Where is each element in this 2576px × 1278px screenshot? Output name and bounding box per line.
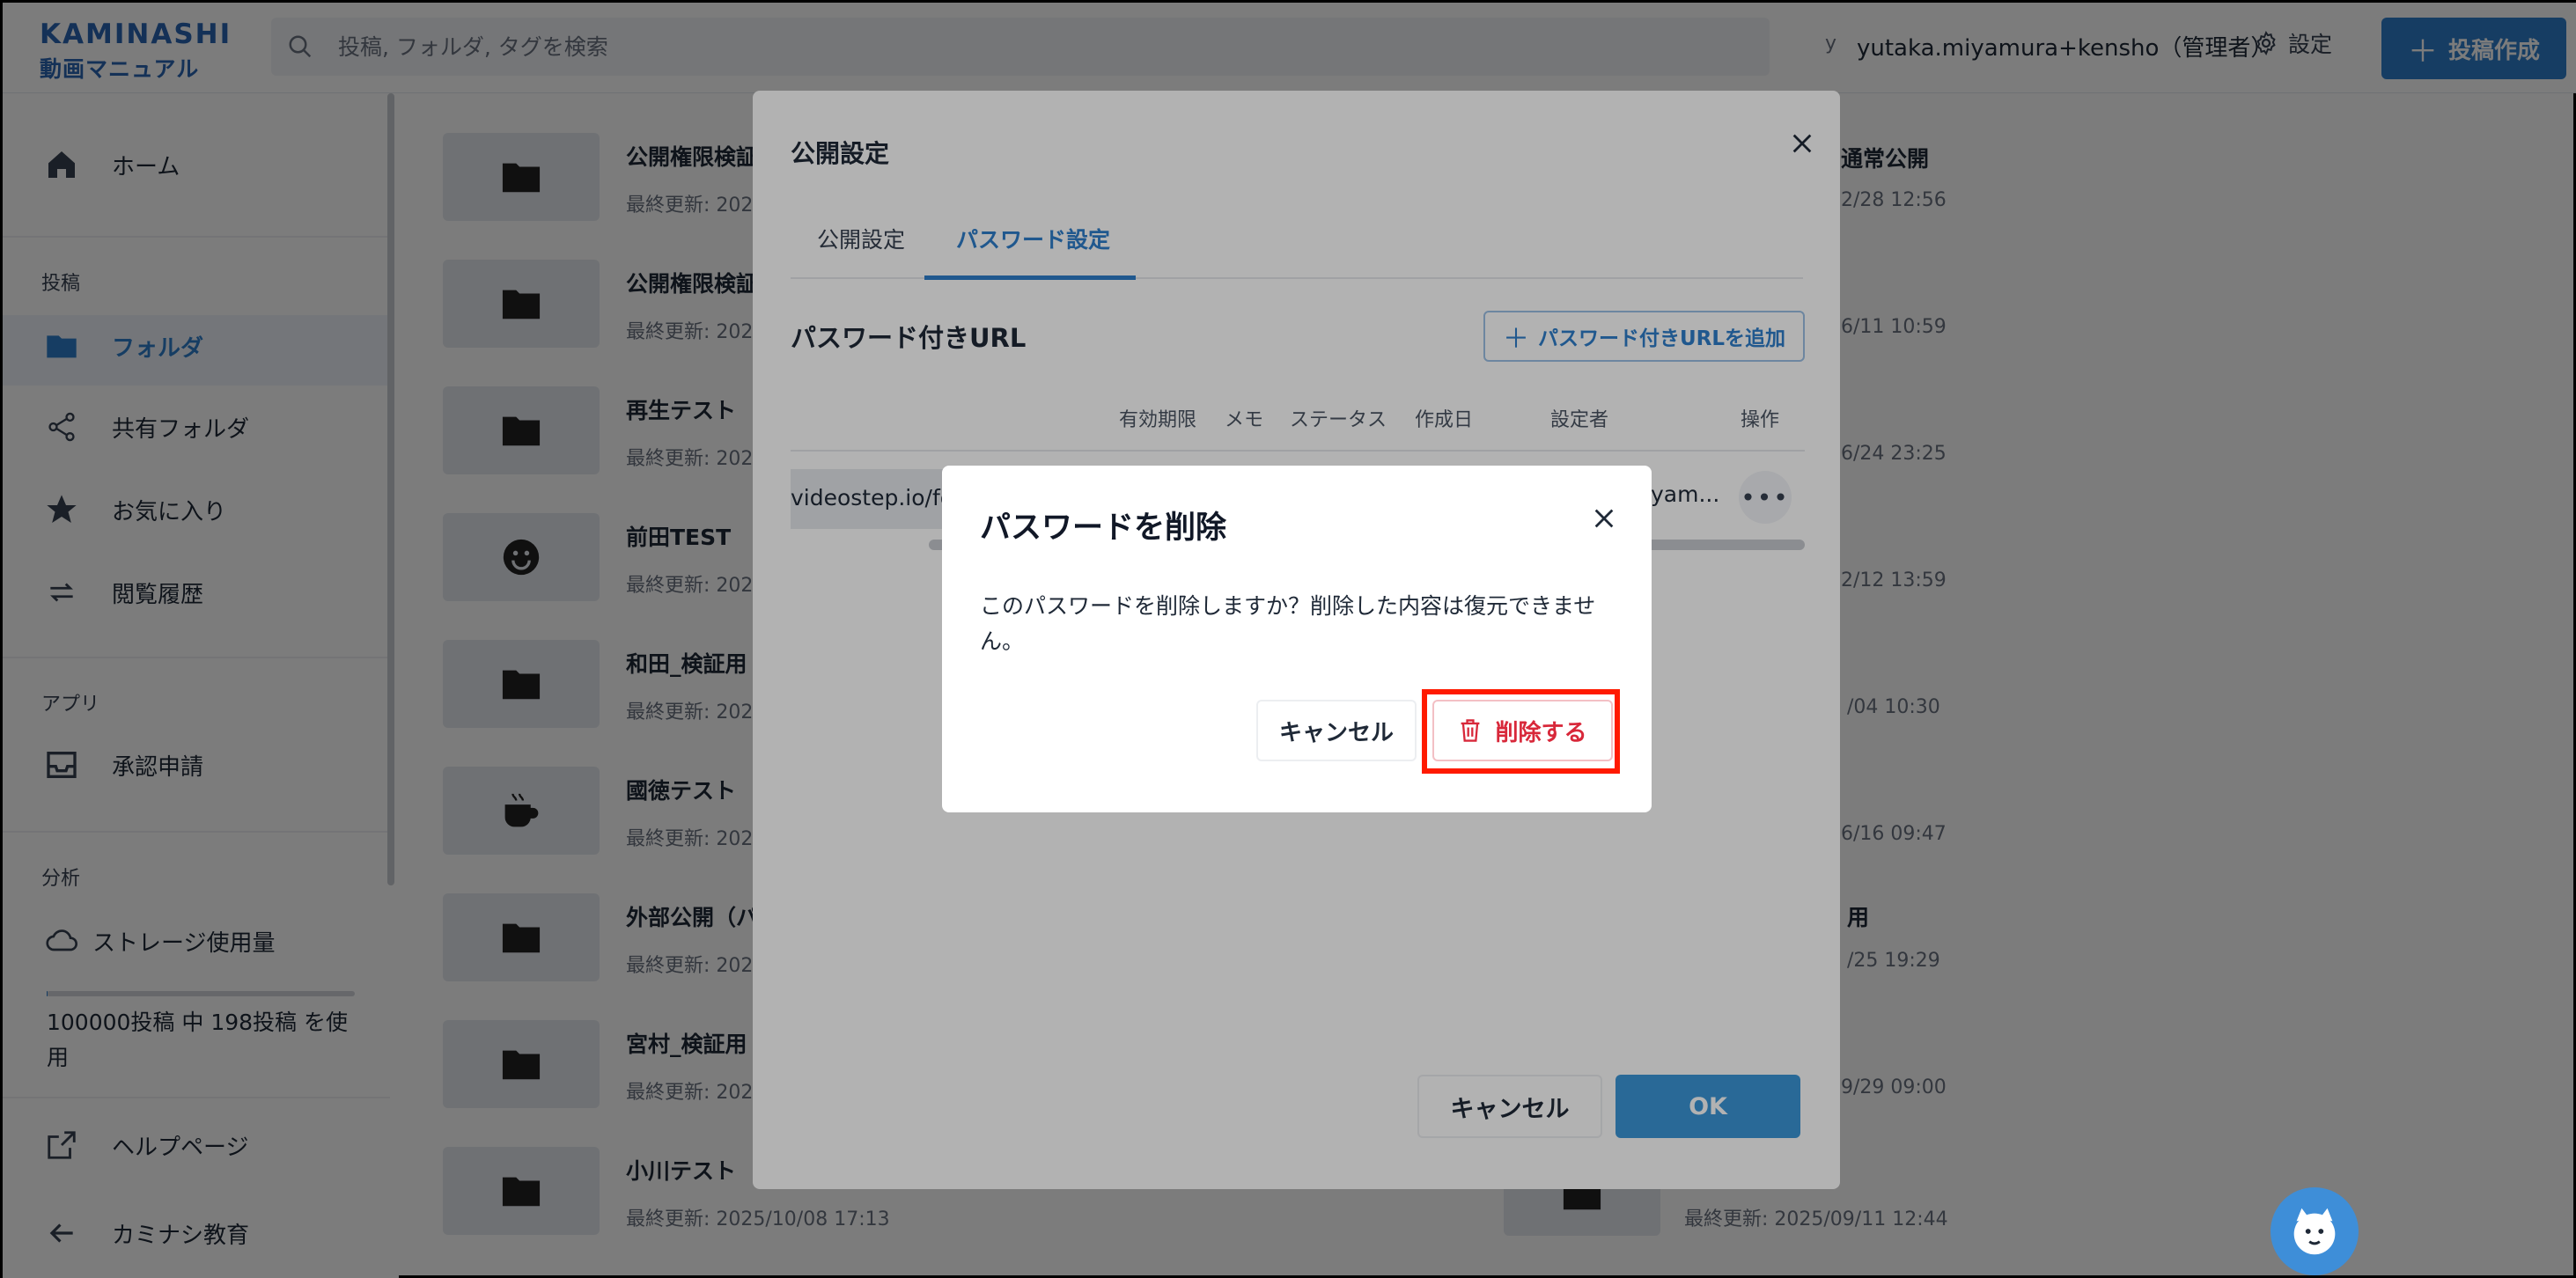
close-icon xyxy=(1594,509,1614,528)
app-window: KAMINASHI 動画マニュアル y yutaka.miyamura+kens… xyxy=(0,0,2576,1278)
highlight-box xyxy=(1422,689,1620,774)
mascot-icon xyxy=(2293,1208,2336,1255)
dialog-cancel-button[interactable]: キャンセル xyxy=(1256,700,1417,761)
dialog-title: パスワードを削除 xyxy=(980,510,1227,546)
dialog-message: このパスワードを削除しますか？削除した内容は復元できません。 xyxy=(980,593,1596,654)
chat-assistant-button[interactable] xyxy=(2271,1187,2359,1275)
delete-password-dialog: パスワードを削除 このパスワードを削除しますか？削除した内容は復元できません。 … xyxy=(942,466,1652,812)
dialog-close-button[interactable] xyxy=(1585,499,1623,538)
